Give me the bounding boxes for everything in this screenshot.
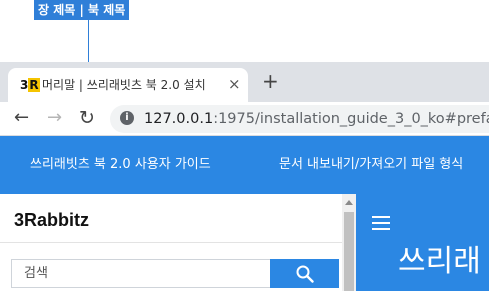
tab-title: 머리말 | 쓰리래빗츠 북 2.0 설치 [42,78,206,92]
chapter-book-title-callout: 장 제목 | 북 제목 [34,0,130,20]
favicon-icon: 3R [20,78,40,92]
search-icon [296,265,314,283]
address-bar[interactable]: i 127.0.0.1:1975/installation_guide_3_0_… [110,105,489,133]
forward-icon[interactable]: → [47,108,62,128]
search-input[interactable] [11,259,270,288]
logo-highlight: R [24,210,38,230]
logo-suffix: abbitz [37,210,90,230]
3rabbitz-logo[interactable]: 3Rabbitz [14,210,89,230]
page-title: 쓰리래 [398,244,481,279]
sidebar-divider [0,242,342,243]
app-header: 쓰리래빗츠 북 2.0 사용자 가이드 문서 내보내기/가져오기 파일 형식 [0,136,489,194]
sidebar-scrollbar[interactable] [342,194,356,291]
callout-connector [88,20,89,68]
url-host: 127.0.0.1 [144,111,214,127]
menu-icon[interactable] [372,216,390,230]
close-tab-icon[interactable]: × [228,76,241,92]
content-header: 쓰리래 [356,194,489,291]
browser-toolbar: ← → ↻ i 127.0.0.1:1975/installation_guid… [0,102,489,136]
scroll-up-arrow-icon[interactable] [345,200,353,205]
browser-tab-strip: 3R 머리말 | 쓰리래빗츠 북 2.0 설치 × + [0,62,489,102]
book-title[interactable]: 쓰리래빗츠 북 2.0 사용자 가이드 [30,157,211,173]
back-icon[interactable]: ← [14,108,29,128]
browser-tab[interactable]: 3R 머리말 | 쓰리래빗츠 북 2.0 설치 × [8,68,248,102]
info-icon[interactable]: i [120,111,134,125]
url-path: :1975/installation_guide_3_0_ko#preface [213,111,489,127]
new-tab-button[interactable]: + [262,71,279,91]
logo-prefix: 3 [14,210,25,230]
sidebar: 3Rabbitz [0,194,356,291]
reload-icon[interactable]: ↻ [79,108,95,128]
url-text[interactable]: 127.0.0.1:1975/installation_guide_3_0_ko… [144,110,489,128]
scroll-thumb[interactable] [344,212,354,291]
nav-item-export-import[interactable]: 문서 내보내기/가져오기 파일 형식 [279,157,463,173]
search-button[interactable] [270,259,339,288]
